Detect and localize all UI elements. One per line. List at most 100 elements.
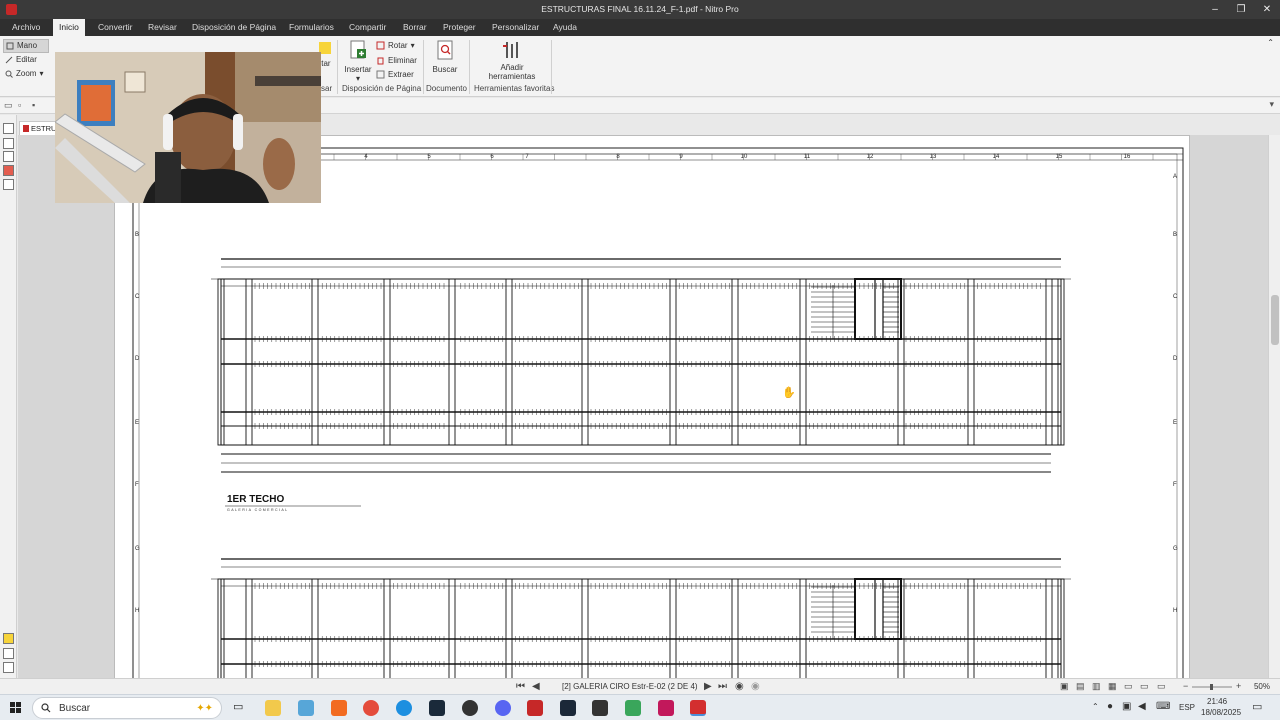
- insert-button[interactable]: Insertar ▾: [342, 40, 374, 83]
- back-view-icon[interactable]: ◉: [735, 681, 744, 692]
- keyboard-icon[interactable]: ⌨: [1156, 701, 1170, 712]
- menu-revisar[interactable]: Revisar: [142, 19, 183, 36]
- forward-view-icon[interactable]: ◉: [751, 681, 760, 692]
- chevron-up-icon[interactable]: ⌃: [1092, 702, 1099, 711]
- row-letter-right: G: [1173, 546, 1178, 552]
- comments-icon[interactable]: [3, 633, 14, 644]
- continuous-view-icon[interactable]: ▤: [1076, 681, 1085, 692]
- bookmarks-icon[interactable]: [3, 138, 14, 149]
- obs-icon[interactable]: [429, 700, 445, 716]
- notifications-icon[interactable]: ▭: [1252, 700, 1262, 713]
- insert-page-icon: [350, 40, 366, 59]
- nvidia-icon[interactable]: [625, 700, 641, 716]
- zoom-out-icon[interactable]: −: [1183, 681, 1188, 691]
- hand-tool-button[interactable]: Mano: [3, 39, 49, 53]
- scrollbar-thumb[interactable]: [1271, 295, 1279, 345]
- rotate-icon: [376, 41, 385, 50]
- menu-inicio[interactable]: Inicio: [53, 19, 85, 36]
- taskbar-search[interactable]: Buscar ✦✦: [32, 697, 222, 719]
- zoom-in-icon[interactable]: +: [1236, 681, 1241, 691]
- single-page-view-icon[interactable]: ▣: [1060, 681, 1069, 692]
- document-area[interactable]: 4 5 6 7 8 9 10 11 12 13 14 15 16 B C D E F G H A B C D E F G H: [18, 135, 1268, 678]
- menu-personalizar[interactable]: Personalizar: [486, 19, 545, 36]
- edit-tool-button[interactable]: Editar: [3, 53, 49, 67]
- attachments-icon[interactable]: [3, 165, 14, 176]
- facing-continuous-icon[interactable]: ▦: [1108, 681, 1117, 692]
- network-icon[interactable]: ▣: [1122, 701, 1131, 712]
- close-button[interactable]: ✕: [1254, 0, 1280, 19]
- open-folder-icon[interactable]: ▭: [4, 100, 13, 111]
- facing-view-icon[interactable]: ▥: [1092, 681, 1101, 692]
- rotate-button[interactable]: Rotar ▾: [376, 41, 415, 50]
- pages-panel-icon[interactable]: [3, 123, 14, 134]
- vertical-scrollbar[interactable]: [1268, 135, 1280, 678]
- row-letter-right: H: [1173, 608, 1177, 614]
- webcam-overlay: [55, 52, 321, 203]
- clock-date[interactable]: 18/08/2025: [1201, 708, 1241, 717]
- edge-copilot-icon[interactable]: [298, 700, 314, 716]
- left-navigation-pane: [0, 115, 17, 678]
- discord-icon[interactable]: [495, 700, 511, 716]
- chevron-down-icon[interactable]: ▾: [1269, 99, 1274, 110]
- row-letter-left: G: [135, 546, 140, 552]
- minimize-button[interactable]: –: [1202, 0, 1228, 19]
- file-explorer-icon[interactable]: [265, 700, 281, 716]
- add-tools-button[interactable]: Añadir herramientas: [484, 40, 540, 81]
- properties-icon[interactable]: [3, 662, 14, 673]
- chevron-down-icon: ▾: [355, 74, 360, 83]
- hand-cursor-icon: ✋: [782, 387, 796, 399]
- menu-ayuda[interactable]: Ayuda: [547, 19, 583, 36]
- page-info[interactable]: [2] GALERIA CIRO Estr-E-02 (2 DE 4): [562, 682, 698, 691]
- last-page-icon[interactable]: ⏭: [718, 681, 727, 692]
- red-app-icon[interactable]: [527, 700, 543, 716]
- output-icon[interactable]: [3, 648, 14, 659]
- row-letter-left: H: [135, 608, 139, 614]
- speaker-icon[interactable]: ◀: [1138, 701, 1146, 712]
- fit-width-icon[interactable]: ▭: [1124, 681, 1133, 692]
- steam-icon[interactable]: [560, 700, 576, 716]
- menu-compartir[interactable]: Compartir: [343, 19, 392, 36]
- dark-app-icon[interactable]: [462, 700, 478, 716]
- windows-start-icon[interactable]: [10, 702, 22, 714]
- full-screen-icon[interactable]: ▭: [1157, 681, 1166, 692]
- search-button[interactable]: Buscar: [428, 40, 462, 74]
- save-icon[interactable]: ▫: [18, 100, 21, 110]
- menu-disposicion[interactable]: Disposición de Página: [186, 19, 282, 36]
- edge-icon[interactable]: [396, 700, 412, 716]
- clock-time[interactable]: 21:46: [1207, 697, 1227, 706]
- pdf-icon: [23, 125, 29, 132]
- row-letter-right: F: [1173, 482, 1177, 488]
- delete-button[interactable]: Eliminar: [376, 56, 417, 65]
- previous-page-icon[interactable]: ◀: [532, 681, 540, 692]
- hand-icon: [6, 42, 14, 50]
- first-page-icon[interactable]: ⏮: [516, 681, 525, 692]
- restore-button[interactable]: ❐: [1228, 0, 1254, 19]
- language-indicator[interactable]: ESP: [1179, 703, 1195, 712]
- document-tab[interactable]: ESTRU: [19, 121, 59, 135]
- floor-plan-2: [211, 558, 1071, 678]
- print-icon[interactable]: ▪: [32, 100, 35, 110]
- menu-convertir[interactable]: Convertir: [92, 19, 138, 36]
- task-view-icon[interactable]: ▭: [233, 700, 249, 716]
- nitro-taskbar-icon[interactable]: [690, 700, 706, 716]
- menu-archivo[interactable]: Archivo: [6, 19, 46, 36]
- menu-formularios[interactable]: Formularios: [283, 19, 340, 36]
- epic-games-icon[interactable]: [592, 700, 608, 716]
- menu-proteger[interactable]: Proteger: [437, 19, 482, 36]
- brave-icon[interactable]: [331, 700, 347, 716]
- zoom-tool-button[interactable]: Zoom ▾: [3, 67, 49, 81]
- autocad-icon[interactable]: [658, 700, 674, 716]
- microphone-icon[interactable]: ●: [1107, 701, 1113, 712]
- zoom-level[interactable]: 50%: [1254, 682, 1270, 691]
- next-page-icon[interactable]: ▶: [704, 681, 712, 692]
- row-letter-left: F: [135, 482, 139, 488]
- fit-page-icon[interactable]: ▭: [1140, 681, 1149, 692]
- chrome-icon[interactable]: [363, 700, 379, 716]
- extract-button[interactable]: Extraer: [376, 70, 414, 79]
- signatures-icon[interactable]: [3, 179, 14, 190]
- add-tools-label-2: herramientas: [488, 72, 536, 81]
- layers-icon[interactable]: [3, 151, 14, 162]
- ribbon-collapse-icon[interactable]: ⌃: [1267, 38, 1274, 47]
- zoom-slider[interactable]: [1192, 684, 1232, 690]
- menu-borrar[interactable]: Borrar: [397, 19, 433, 36]
